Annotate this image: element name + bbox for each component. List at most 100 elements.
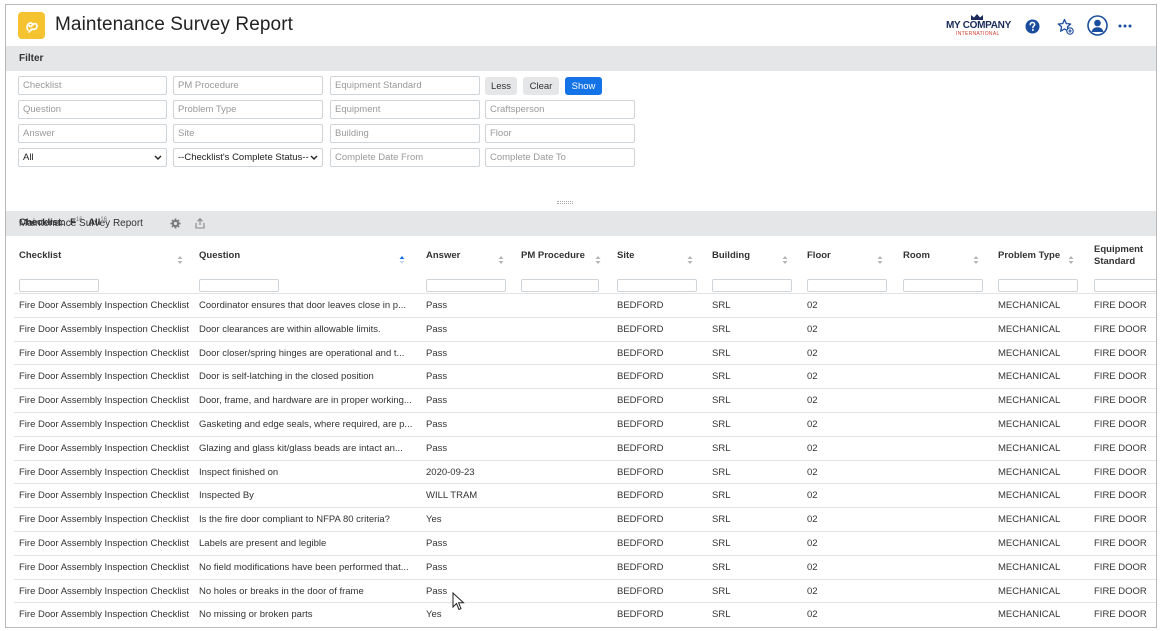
table-row[interactable]: Fire Door Assembly Inspection Checklist D…	[14, 388, 1156, 412]
sort-icon[interactable]	[595, 255, 601, 265]
table-cell: 02	[807, 609, 818, 621]
help-icon[interactable]	[1022, 16, 1042, 36]
column-filter-input[interactable]	[199, 279, 279, 292]
table-cell	[521, 413, 609, 436]
user-avatar-icon[interactable]	[1086, 14, 1108, 36]
column-filter-input[interactable]	[807, 279, 887, 292]
column-header-label: Floor	[807, 250, 831, 261]
sort-icon[interactable]	[687, 255, 693, 265]
table-cell: SRL	[712, 395, 731, 407]
table-row[interactable]: Fire Door Assembly Inspection Checklist N…	[14, 602, 1156, 626]
column-header-room[interactable]: Room	[903, 237, 983, 275]
table-cell	[903, 342, 987, 365]
pm-procedure-filter-input[interactable]: PM Procedure	[173, 76, 323, 95]
column-header-building[interactable]: Building	[712, 237, 792, 275]
building-filter-input[interactable]: Building	[330, 124, 480, 143]
column-filter-input[interactable]	[521, 279, 599, 292]
more-icon[interactable]	[1115, 16, 1135, 36]
complete-date-to-input[interactable]: Complete Date To	[485, 148, 635, 167]
table-cell: 02	[807, 514, 818, 526]
sort-icon[interactable]	[973, 255, 979, 265]
table-cell: SRL	[712, 585, 731, 597]
checklist-filter-all[interactable]: All	[88, 217, 100, 228]
floor-filter-input[interactable]: Floor	[485, 124, 635, 143]
less-button[interactable]: Less	[485, 77, 517, 95]
table-cell: 02	[807, 466, 818, 478]
table-row[interactable]: Fire Door Assembly Inspection Checklist L…	[14, 530, 1156, 555]
sort-icon[interactable]	[498, 255, 504, 265]
column-header-answer[interactable]: Answer	[426, 237, 508, 275]
answer-filter-input[interactable]: Answer	[18, 124, 167, 143]
checklist-filter-input[interactable]: Checklist	[18, 76, 167, 95]
table-cell: FIRE DOOR	[1094, 323, 1147, 335]
table-cell	[521, 580, 609, 603]
table-cell: Fire Door Assembly Inspection Checklist	[19, 609, 190, 621]
column-header-site[interactable]: Site	[617, 237, 697, 275]
table-cell: Fire Door Assembly Inspection Checklist	[19, 537, 190, 549]
table-row[interactable]: Fire Door Assembly Inspection Checklist G…	[14, 435, 1156, 460]
table-row[interactable]: Fire Door Assembly Inspection Checklist D…	[14, 316, 1156, 341]
craftsperson-filter-input[interactable]: Craftsperson	[485, 100, 635, 119]
table-cell: 02	[807, 561, 818, 573]
column-header-pm-procedure[interactable]: PM Procedure	[521, 237, 605, 275]
table-cell: Door closer/spring hinges are operationa…	[199, 347, 405, 359]
table-cell	[521, 389, 609, 412]
site-filter-input[interactable]: Site	[173, 124, 323, 143]
column-filter-input[interactable]	[903, 279, 983, 292]
table-cell: 02	[807, 442, 818, 454]
sort-icon[interactable]	[877, 255, 883, 265]
sort-icon[interactable]	[177, 255, 183, 265]
column-filter-input[interactable]	[426, 279, 506, 292]
column-filter-input[interactable]	[1094, 279, 1156, 292]
column-header-equipment-standard[interactable]: Equipment Standard	[1094, 237, 1156, 275]
complete-date-from-input[interactable]: Complete Date From	[330, 148, 480, 167]
table-row[interactable]: Fire Door Assembly Inspection Checklist C…	[14, 293, 1156, 317]
table-cell: MECHANICAL	[998, 585, 1061, 597]
table-cell: MECHANICAL	[998, 347, 1061, 359]
all-select[interactable]: All	[18, 148, 167, 167]
table-row[interactable]: Fire Door Assembly Inspection Checklist I…	[14, 459, 1156, 484]
column-filter-input[interactable]	[617, 279, 697, 292]
table-row[interactable]: Fire Door Assembly Inspection Checklist G…	[14, 411, 1156, 436]
sort-ascending-icon[interactable]	[399, 255, 405, 265]
table-row[interactable]: Fire Door Assembly Inspection Checklist D…	[14, 340, 1156, 365]
equipment-standard-filter-input[interactable]: Equipment Standard	[330, 76, 480, 95]
app-logo-icon[interactable]	[18, 12, 45, 39]
problem-type-filter-input[interactable]: Problem Type	[173, 100, 323, 119]
column-header-label: Room	[903, 250, 930, 261]
table-cell: Pass	[426, 371, 448, 383]
table-row[interactable]: Fire Door Assembly Inspection Checklist N…	[14, 554, 1156, 579]
equipment-filter-input[interactable]: Equipment	[330, 100, 480, 119]
export-icon[interactable]	[194, 217, 206, 229]
question-filter-input[interactable]: Question	[18, 100, 167, 119]
column-filter-input[interactable]	[19, 279, 99, 292]
table-row[interactable]: Fire Door Assembly Inspection Checklist I…	[14, 483, 1156, 507]
column-filter-input[interactable]	[712, 279, 792, 292]
table-row[interactable]: Fire Door Assembly Inspection Checklist N…	[14, 578, 1156, 603]
table-cell: SRL	[712, 300, 731, 311]
table-cell	[903, 484, 987, 507]
filter-panel-header[interactable]: Filter	[6, 46, 1156, 71]
complete-status-select[interactable]: --Checklist's Complete Status--	[173, 148, 323, 167]
favorites-icon[interactable]	[1055, 16, 1075, 36]
table-cell: FIRE DOOR	[1094, 418, 1147, 430]
gear-icon[interactable]	[169, 217, 181, 229]
sort-icon[interactable]	[782, 255, 788, 265]
clear-button[interactable]: Clear	[523, 77, 559, 95]
report-panel-header: Maintenance Survey Report	[6, 211, 1156, 236]
table-cell: 2020-09-23	[426, 466, 475, 478]
column-header-question[interactable]: Question	[199, 237, 409, 275]
table-cell	[903, 437, 987, 460]
table-cell: MECHANICAL	[998, 514, 1061, 526]
table-cell: Inspected By	[199, 490, 254, 502]
table-row[interactable]: Fire Door Assembly Inspection Checklist I…	[14, 507, 1156, 531]
column-header-checklist[interactable]: Checklist	[19, 237, 187, 275]
column-filter-input[interactable]	[998, 279, 1078, 292]
table-cell: SRL	[712, 537, 731, 549]
column-header-floor[interactable]: Floor	[807, 237, 887, 275]
column-header-problem-type[interactable]: Problem Type	[998, 237, 1078, 275]
table-row[interactable]: Fire Door Assembly Inspection Checklist D…	[14, 364, 1156, 388]
panel-resize-handle[interactable]	[557, 201, 573, 204]
sort-icon[interactable]	[1068, 255, 1074, 265]
show-button[interactable]: Show	[565, 77, 602, 95]
